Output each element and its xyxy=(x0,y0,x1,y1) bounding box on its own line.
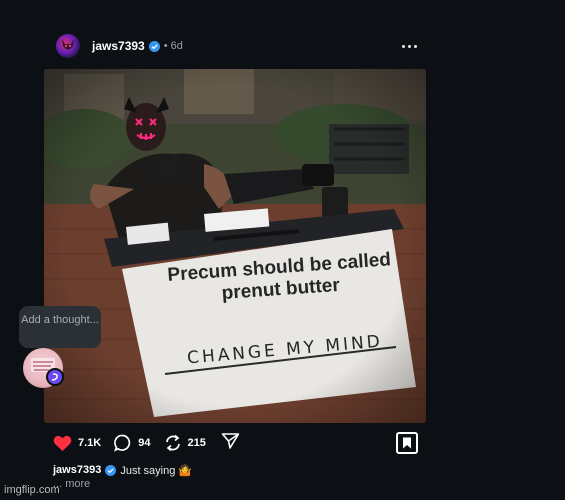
avatar-mask-icon xyxy=(62,39,74,50)
caption-text: Just saying 🤷 xyxy=(120,464,193,477)
imgflip-watermark: imgflip.com xyxy=(4,484,60,496)
repost-icon xyxy=(165,434,180,452)
caption-verified-icon xyxy=(105,464,117,476)
comment-icon xyxy=(114,434,131,452)
verified-badge-icon xyxy=(148,40,160,52)
comment-count: 94 xyxy=(138,437,151,449)
caption-username[interactable]: jaws7393 xyxy=(53,464,101,476)
bookmark-icon xyxy=(403,437,411,449)
post-timestamp: 6d xyxy=(170,40,183,52)
like-button[interactable]: 7.1K xyxy=(53,435,101,452)
thought-badge-icon xyxy=(46,368,64,386)
author-avatar[interactable] xyxy=(56,34,80,58)
heart-icon xyxy=(53,435,72,451)
action-bar: 7.1K 94 215 xyxy=(53,430,418,456)
author-username[interactable]: jaws7393 xyxy=(92,39,145,53)
meme-photo xyxy=(44,69,426,423)
separator-dot: • xyxy=(163,40,168,52)
repost-button[interactable]: 215 xyxy=(164,434,206,452)
bookmark-button[interactable] xyxy=(396,432,418,454)
share-button[interactable] xyxy=(221,432,240,455)
add-thought-label: Add a thought... xyxy=(21,314,99,326)
post-image[interactable] xyxy=(44,69,426,423)
send-icon xyxy=(221,432,240,449)
more-options-icon[interactable] xyxy=(402,39,418,53)
add-thought-button[interactable]: Add a thought... xyxy=(19,306,101,348)
comment-button[interactable]: 94 xyxy=(114,434,151,452)
like-count: 7.1K xyxy=(78,437,102,449)
post-caption: jaws7393 Just saying 🤷 xyxy=(53,462,192,478)
repost-count: 215 xyxy=(187,437,206,449)
post-header: jaws7393 • 6d xyxy=(56,33,418,59)
